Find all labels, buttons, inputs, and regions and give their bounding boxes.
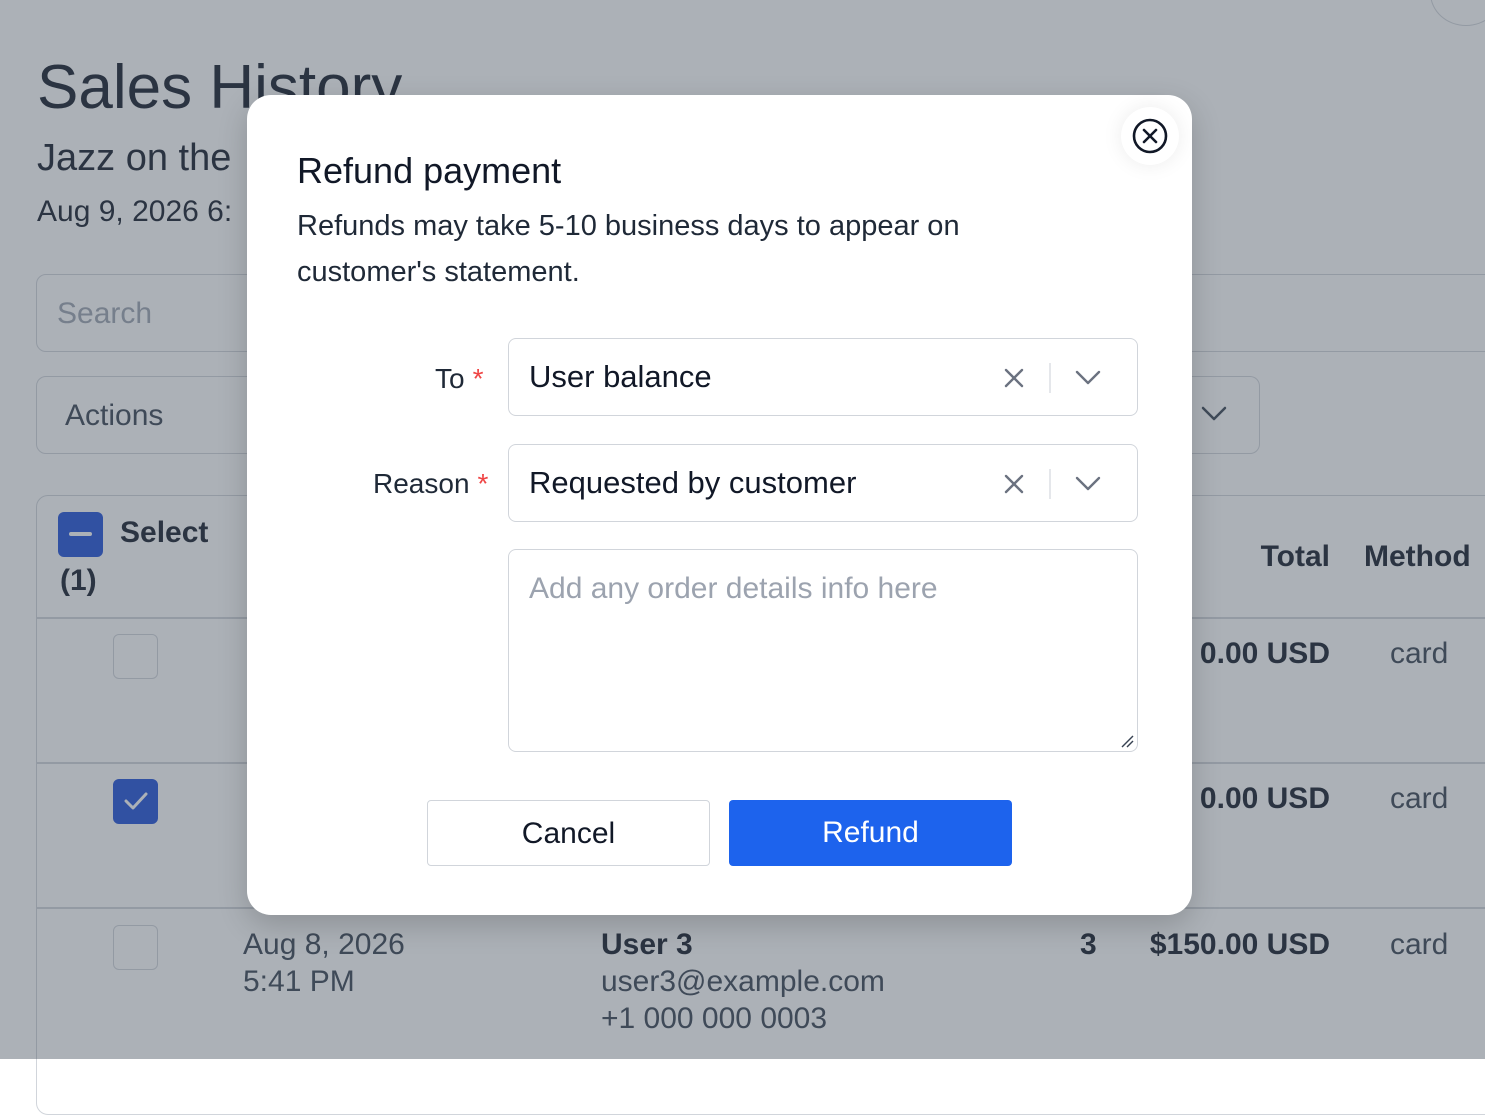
to-select[interactable]: User balance	[508, 338, 1138, 416]
dialog-description: Refunds may take 5-10 business days to a…	[297, 210, 960, 288]
resize-grip-icon[interactable]	[1120, 734, 1134, 748]
reason-select-value: Requested by customer	[529, 465, 857, 500]
to-select-value: User balance	[529, 359, 712, 394]
order-details-textarea[interactable]: Add any order details info here	[508, 549, 1138, 752]
reason-label-text: Reason	[373, 468, 470, 499]
reason-select[interactable]: Requested by customer	[508, 444, 1138, 522]
refund-payment-dialog: Refund payment Refunds may take 5-10 bus…	[247, 95, 1192, 915]
x-icon[interactable]	[1002, 366, 1026, 390]
chevron-down-icon[interactable]	[1074, 475, 1102, 493]
dialog-title: Refund payment	[297, 150, 562, 191]
cancel-button-label: Cancel	[521, 817, 616, 850]
refund-button-label: Refund	[822, 816, 919, 849]
required-mark: *	[477, 468, 489, 499]
close-circle-icon	[1132, 118, 1168, 154]
x-icon[interactable]	[1002, 472, 1026, 496]
close-dialog-button[interactable]	[1121, 107, 1179, 165]
required-mark: *	[472, 363, 484, 394]
refund-button[interactable]: Refund	[729, 800, 1012, 866]
textarea-placeholder: Add any order details info here	[529, 572, 938, 605]
select-separator	[1049, 363, 1051, 393]
to-label-text: To	[435, 363, 465, 394]
cancel-button[interactable]: Cancel	[427, 800, 710, 866]
chevron-down-icon[interactable]	[1074, 369, 1102, 387]
select-separator	[1049, 469, 1051, 499]
to-field-label: To *	[435, 363, 483, 395]
reason-field-label: Reason *	[373, 468, 488, 500]
